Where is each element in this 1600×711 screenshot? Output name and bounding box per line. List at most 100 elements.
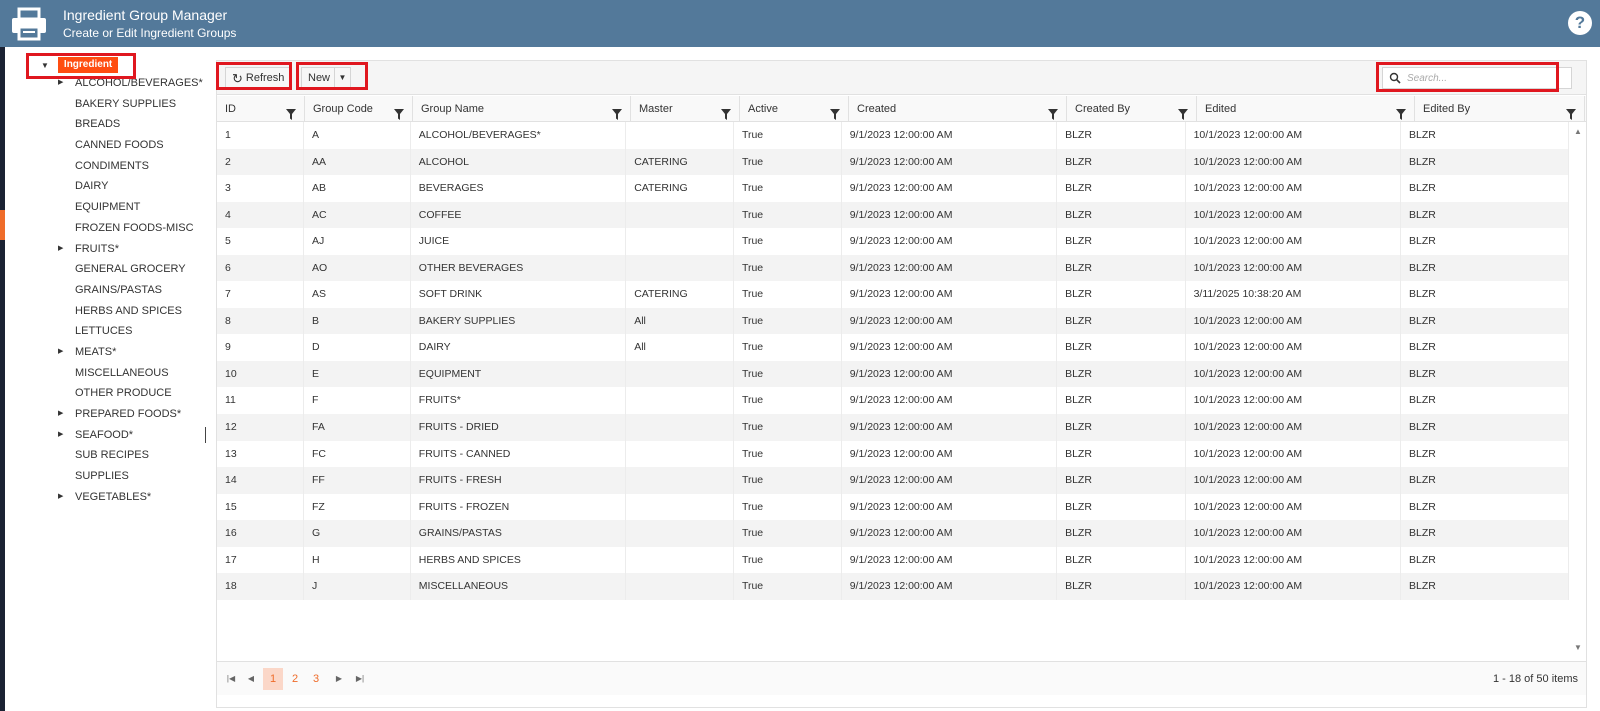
table-row[interactable]: 11 F FRUITS* True 9/1/2023 12:00:00 AM BLZR 10…	[217, 387, 1569, 415]
filter-icon[interactable]	[612, 104, 622, 120]
chevron-down-icon[interactable]: ▼	[334, 68, 350, 88]
table-row[interactable]: 1 A ALCOHOL/BEVERAGES* True 9/1/2023 12:00:0…	[217, 122, 1569, 149]
tree-item[interactable]: SUPPLIES	[5, 466, 205, 487]
caret-right-icon[interactable]: ▶	[58, 404, 63, 425]
tree-item[interactable]: MISCELLANEOUS	[5, 363, 205, 384]
column-header[interactable]: Group Code	[305, 96, 413, 122]
column-header[interactable]: ID	[217, 96, 305, 122]
tree-item-label[interactable]: PREPARED FOODS*	[75, 404, 181, 425]
caret-right-icon[interactable]: ▶	[58, 425, 63, 446]
table-row[interactable]: 16 G GRAINS/PASTAS True 9/1/2023 12:00:00 AM…	[217, 520, 1569, 547]
column-header[interactable]: Active	[740, 96, 849, 122]
tree-item[interactable]: ▶ ALCOHOL/BEVERAGES*	[5, 73, 205, 94]
last-page-icon[interactable]: ▶|	[350, 668, 370, 690]
tree-item-label[interactable]: OTHER PRODUCE	[75, 383, 172, 404]
table-row[interactable]: 4 AC COFFEE True 9/1/2023 12:00:00 AM BLZR 10/…	[217, 201, 1569, 229]
column-header[interactable]: Edited	[1197, 96, 1415, 122]
tree-divider[interactable]	[205, 427, 206, 443]
table-row[interactable]: 8 B BAKERY SUPPLIES All True 9/1/2023 12:00:0…	[217, 307, 1569, 335]
tree-item-label[interactable]: FROZEN FOODS-MISC	[75, 218, 194, 239]
tree-item-label[interactable]: GRAINS/PASTAS	[75, 280, 162, 301]
tree-root-label[interactable]: Ingredient	[57, 57, 119, 73]
tree-item[interactable]: OTHER PRODUCE	[5, 383, 205, 404]
tree-root[interactable]: ▼ Ingredient	[41, 57, 119, 73]
next-page-icon[interactable]: ▶	[329, 668, 349, 690]
column-header[interactable]: Group Name	[413, 96, 631, 122]
tree-item[interactable]: SUB RECIPES	[5, 445, 205, 466]
table-row[interactable]: 10 E EQUIPMENT True 9/1/2023 12:00:00 AM BLZR…	[217, 360, 1569, 388]
tree-item-label[interactable]: EQUIPMENT	[75, 197, 140, 218]
table-row[interactable]: 6 AO OTHER BEVERAGES True 9/1/2023 12:00:00 …	[217, 254, 1569, 282]
table-row[interactable]: 13 FC FRUITS - CANNED True 9/1/2023 12:00:00…	[217, 440, 1569, 468]
new-button[interactable]: New	[302, 72, 334, 84]
table-row[interactable]: 14 FF FRUITS - FRESH True 9/1/2023 12:00:00 …	[217, 467, 1569, 494]
tree-item-label[interactable]: BAKERY SUPPLIES	[75, 94, 176, 115]
tree-item[interactable]: LETTUCES	[5, 321, 205, 342]
table-row[interactable]: 3 AB BEVERAGES CATERING True 9/1/2023 12:00:0…	[217, 175, 1569, 202]
column-header[interactable]: Created By	[1067, 96, 1197, 122]
filter-icon[interactable]	[1048, 104, 1058, 120]
tree-item-label[interactable]: VEGETABLES*	[75, 487, 151, 508]
tree-item-label[interactable]: CONDIMENTS	[75, 156, 149, 177]
caret-right-icon[interactable]: ▶	[58, 487, 63, 508]
tree-item[interactable]: DAIRY	[5, 176, 205, 197]
filter-icon[interactable]	[1396, 104, 1406, 120]
tree-item[interactable]: ▶ PREPARED FOODS*	[5, 404, 205, 425]
tree-item[interactable]: ▶ FRUITS*	[5, 239, 205, 260]
first-page-icon[interactable]: |◀	[221, 668, 241, 690]
page-1-button[interactable]: 1	[263, 668, 283, 690]
caret-right-icon[interactable]: ▶	[58, 342, 63, 363]
filter-icon[interactable]	[830, 104, 840, 120]
tree-item[interactable]: BAKERY SUPPLIES	[5, 94, 205, 115]
new-split-button[interactable]: New ▼	[301, 67, 351, 89]
column-header[interactable]: Edited By	[1415, 96, 1585, 122]
tree-item[interactable]: ▶ VEGETABLES*	[5, 487, 205, 508]
tree-item-label[interactable]: MISCELLANEOUS	[75, 363, 169, 384]
table-row[interactable]: 2 AA ALCOHOL CATERING True 9/1/2023 12:00:00 …	[217, 148, 1569, 176]
tree-item[interactable]: ▶ MEATS*	[5, 342, 205, 363]
tree-item-label[interactable]: SUB RECIPES	[75, 445, 149, 466]
tree-item-label[interactable]: ALCOHOL/BEVERAGES*	[75, 73, 203, 94]
filter-icon[interactable]	[721, 104, 731, 120]
tree-item[interactable]: BREADS	[5, 114, 205, 135]
table-row[interactable]: 17 H HERBS AND SPICES True 9/1/2023 12:00:00…	[217, 546, 1569, 574]
tree-item[interactable]: CONDIMENTS	[5, 156, 205, 177]
filter-icon[interactable]	[286, 104, 296, 120]
prev-page-icon[interactable]: ◀	[241, 668, 261, 690]
table-row[interactable]: 5 AJ JUICE True 9/1/2023 12:00:00 AM BLZR 10/1…	[217, 228, 1569, 255]
filter-icon[interactable]	[1178, 104, 1188, 120]
filter-icon[interactable]	[394, 104, 404, 120]
tree-item[interactable]: GENERAL GROCERY	[5, 259, 205, 280]
tree-item-label[interactable]: BREADS	[75, 114, 120, 135]
table-row[interactable]: 18 J MISCELLANEOUS True 9/1/2023 12:00:00 AM…	[217, 573, 1569, 600]
table-row[interactable]: 15 FZ FRUITS - FROZEN True 9/1/2023 12:00:00…	[217, 493, 1569, 521]
tree-item-label[interactable]: LETTUCES	[75, 321, 132, 342]
caret-right-icon[interactable]: ▶	[58, 239, 63, 260]
tree-item[interactable]: ▶ SEAFOOD*	[5, 425, 205, 446]
table-row[interactable]: 7 AS SOFT DRINK CATERING True 9/1/2023 12:00:…	[217, 281, 1569, 308]
column-header[interactable]: Created	[849, 96, 1067, 122]
caret-right-icon[interactable]: ▶	[58, 73, 63, 94]
table-row[interactable]: 9 D DAIRY All True 9/1/2023 12:00:00 AM BLZR 10…	[217, 334, 1569, 361]
tree-item-label[interactable]: DAIRY	[75, 176, 108, 197]
refresh-button[interactable]: ↻ Refresh	[225, 67, 291, 89]
tree-item[interactable]: EQUIPMENT	[5, 197, 205, 218]
search-box[interactable]	[1382, 67, 1572, 89]
help-icon[interactable]: ?	[1568, 11, 1592, 35]
tree-item-label[interactable]: SUPPLIES	[75, 466, 129, 487]
column-header[interactable]: Master	[631, 96, 740, 122]
tree-item[interactable]: HERBS AND SPICES	[5, 301, 205, 322]
table-row[interactable]: 12 FA FRUITS - DRIED True 9/1/2023 12:00:00 …	[217, 414, 1569, 441]
tree-item[interactable]: GRAINS/PASTAS	[5, 280, 205, 301]
scroll-down-icon[interactable]: ▼	[1574, 643, 1582, 652]
tree-item[interactable]: FROZEN FOODS-MISC	[5, 218, 205, 239]
page-3-button[interactable]: 3	[306, 668, 326, 690]
tree-item-label[interactable]: FRUITS*	[75, 239, 119, 260]
scroll-up-icon[interactable]: ▲	[1574, 127, 1582, 136]
tree-item-label[interactable]: GENERAL GROCERY	[75, 259, 186, 280]
tree-item-label[interactable]: CANNED FOODS	[75, 135, 164, 156]
tree-item[interactable]: CANNED FOODS	[5, 135, 205, 156]
caret-down-icon[interactable]: ▼	[41, 61, 49, 70]
tree-item-label[interactable]: HERBS AND SPICES	[75, 301, 182, 322]
tree-item-label[interactable]: MEATS*	[75, 342, 116, 363]
